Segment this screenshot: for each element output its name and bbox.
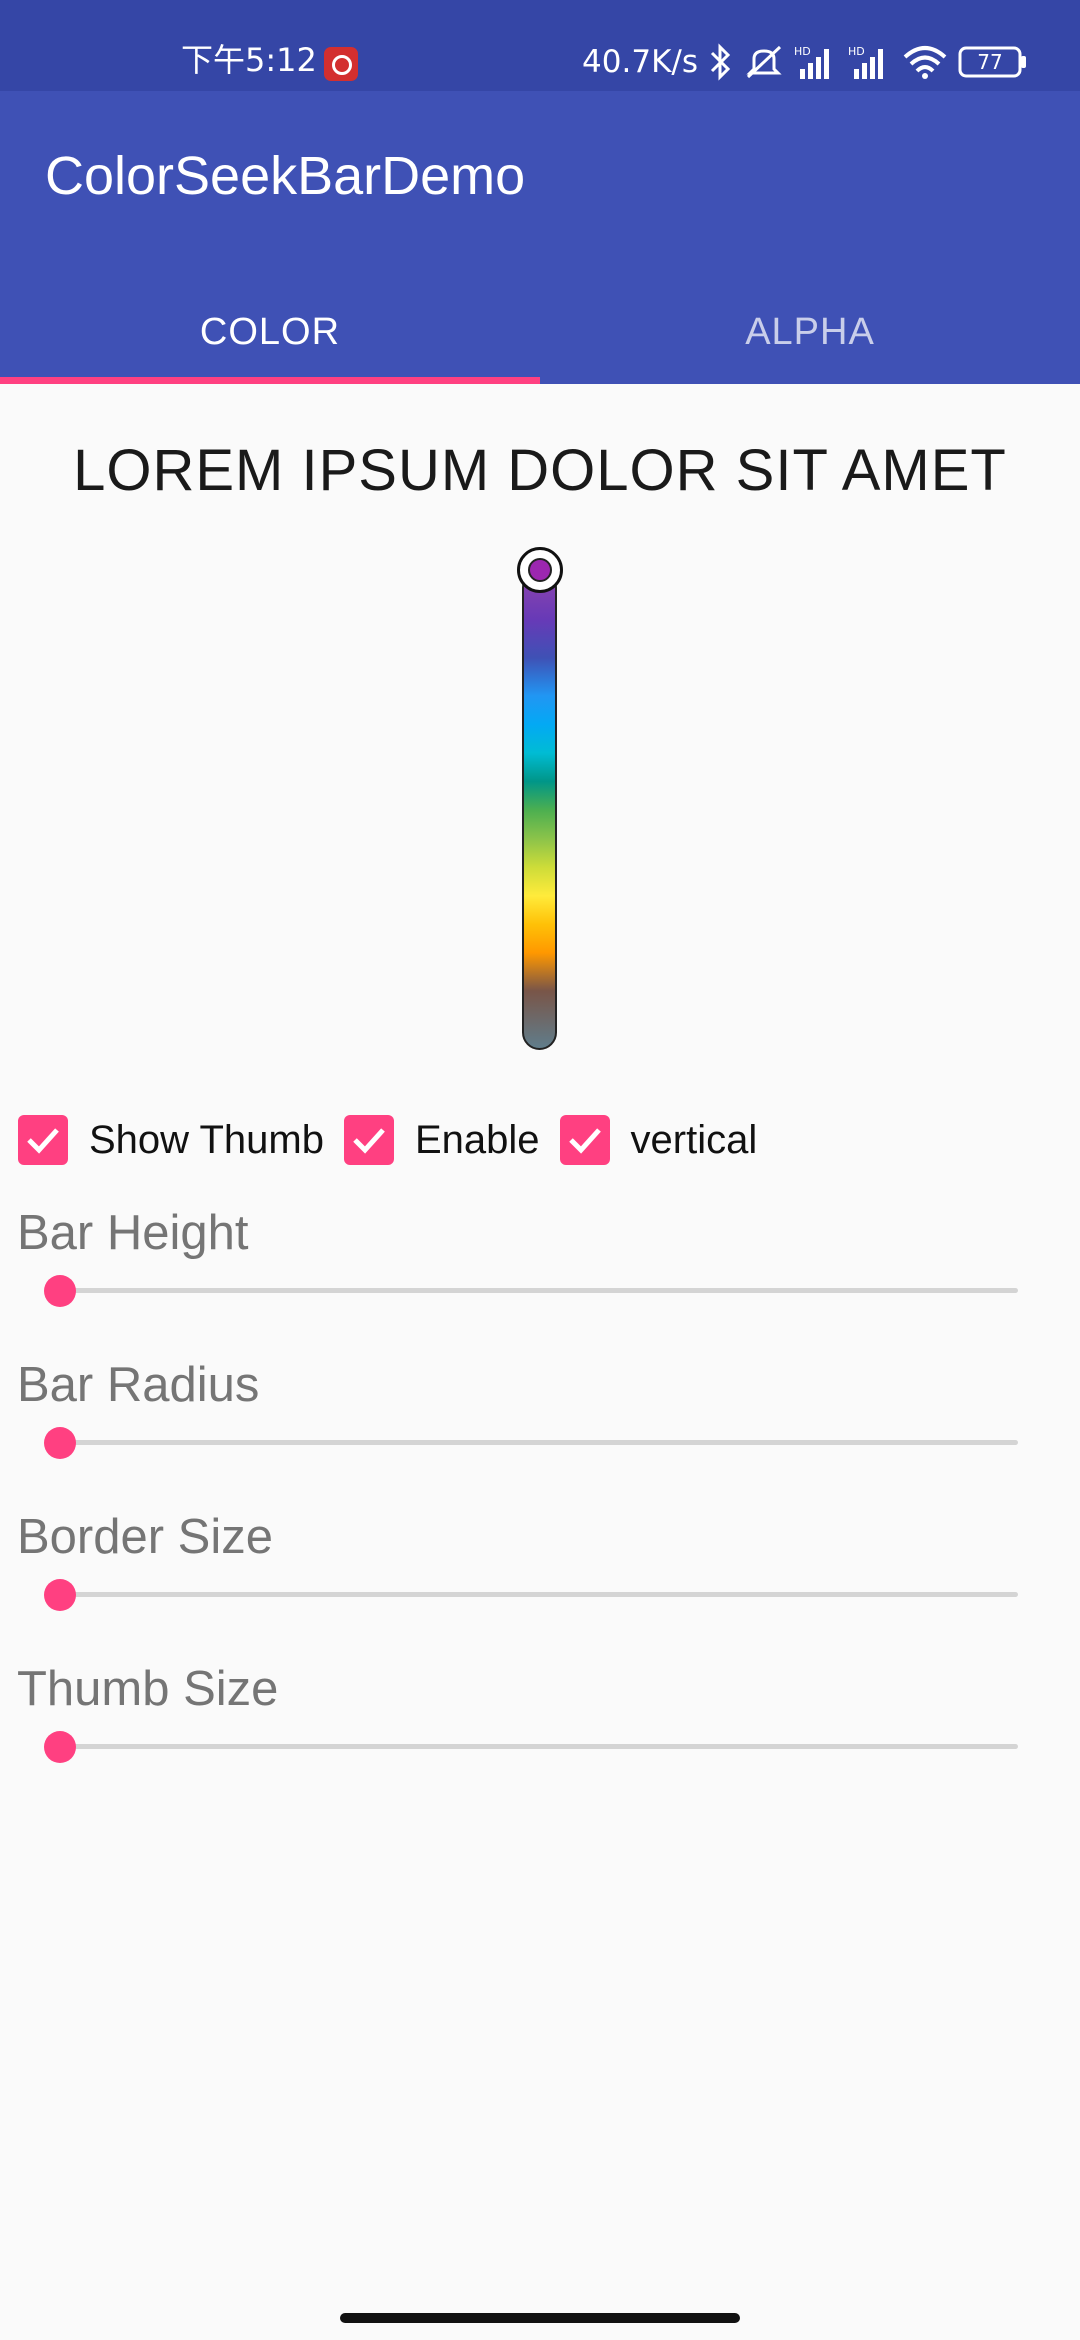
tab-color[interactable]: COLOR bbox=[0, 281, 540, 384]
home-indicator[interactable] bbox=[340, 2313, 740, 2323]
svg-text:HD: HD bbox=[794, 45, 811, 58]
bar-radius-slider-thumb[interactable] bbox=[44, 1427, 76, 1459]
thumb-size-slider-thumb[interactable] bbox=[44, 1731, 76, 1763]
network-speed: 40.7K/s bbox=[582, 44, 698, 80]
bar-height-setting: Bar Height bbox=[0, 1203, 1080, 1333]
enable-checkbox[interactable]: Enable bbox=[343, 1115, 540, 1165]
bluetooth-icon bbox=[708, 43, 734, 81]
checkbox-checked-icon[interactable] bbox=[18, 1115, 68, 1165]
status-bar: 下午5:12 40.7K/s HD HD 77 bbox=[0, 0, 1080, 91]
thumb-size-label: Thumb Size bbox=[17, 1662, 279, 1716]
checkbox-checked-icon[interactable] bbox=[559, 1115, 610, 1165]
bar-radius-slider[interactable] bbox=[60, 1440, 1018, 1445]
app-title: ColorSeekBarDemo bbox=[45, 146, 526, 206]
options-row: Show Thumb Enable vertical bbox=[18, 1110, 777, 1170]
tab-alpha[interactable]: ALPHA bbox=[540, 281, 1080, 384]
border-size-slider-thumb[interactable] bbox=[44, 1579, 76, 1611]
border-size-setting: Border Size bbox=[0, 1507, 1080, 1637]
bar-radius-label: Bar Radius bbox=[17, 1358, 260, 1412]
bar-height-slider[interactable] bbox=[60, 1288, 1018, 1293]
bar-radius-setting: Bar Radius bbox=[0, 1355, 1080, 1485]
battery-level: 77 bbox=[977, 50, 1003, 74]
hd-signal-icon: HD bbox=[794, 43, 838, 81]
status-icons: 40.7K/s HD HD 77 bbox=[582, 40, 1028, 84]
border-size-label: Border Size bbox=[17, 1510, 274, 1564]
status-time: 下午5:12 bbox=[181, 41, 317, 79]
vertical-checkbox[interactable]: vertical bbox=[559, 1115, 758, 1165]
svg-text:HD: HD bbox=[848, 45, 865, 58]
enable-label: Enable bbox=[414, 1117, 540, 1162]
headline-text: LOREM IPSUM DOLOR SIT AMET bbox=[73, 438, 1007, 503]
border-size-slider[interactable] bbox=[60, 1592, 1018, 1597]
bar-height-slider-thumb[interactable] bbox=[44, 1275, 76, 1307]
mute-icon bbox=[744, 43, 784, 81]
thumb-size-setting: Thumb Size bbox=[0, 1659, 1080, 1789]
color-seek-bar-thumb[interactable] bbox=[517, 547, 563, 593]
notification-app-icon bbox=[324, 47, 358, 81]
show-thumb-label: Show Thumb bbox=[89, 1117, 324, 1162]
tab-indicator bbox=[0, 377, 540, 384]
thumb-size-slider[interactable] bbox=[60, 1744, 1018, 1749]
vertical-label: vertical bbox=[630, 1117, 758, 1162]
app-bar: ColorSeekBarDemo COLOR ALPHA bbox=[0, 91, 1080, 384]
bar-height-label: Bar Height bbox=[17, 1206, 249, 1260]
wifi-icon bbox=[902, 43, 948, 81]
hd-signal-icon: HD bbox=[848, 43, 892, 81]
show-thumb-checkbox[interactable]: Show Thumb bbox=[18, 1115, 324, 1165]
tab-alpha-label: ALPHA bbox=[745, 311, 875, 353]
tab-color-label: COLOR bbox=[199, 311, 341, 353]
checkbox-checked-icon[interactable] bbox=[343, 1115, 394, 1165]
battery-icon: 77 bbox=[958, 45, 1028, 79]
color-seek-bar[interactable] bbox=[522, 570, 557, 1050]
